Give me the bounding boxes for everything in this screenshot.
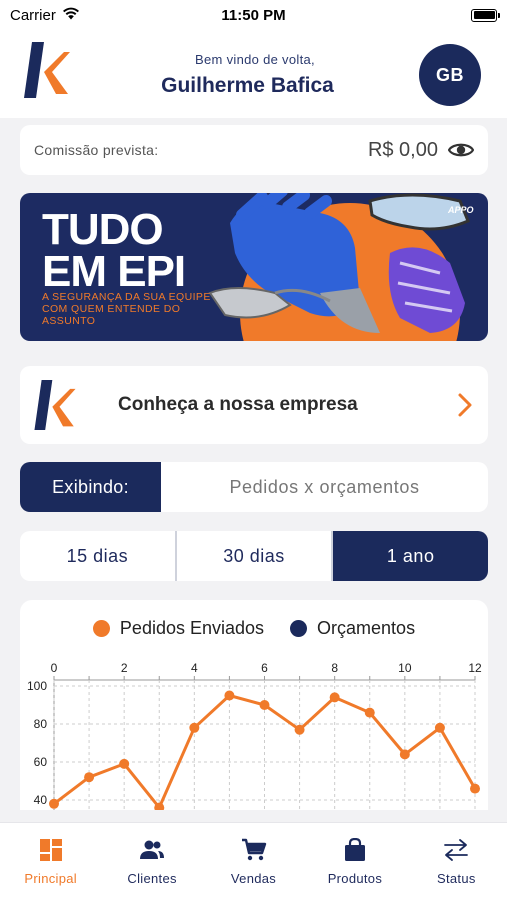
y-tick-label: 60 [34,755,48,769]
app-header: Bem vindo de volta, Guilherme Bafica GB [0,30,507,118]
avatar[interactable]: GB [419,44,481,106]
banner-brand-mark: APPO [448,205,474,215]
x-tick-label: 12 [468,661,482,675]
tab-label: Clientes [127,871,177,886]
x-tick-label: 8 [331,661,338,675]
chevron-right-icon [458,393,472,417]
welcome-text: Bem vindo de volta, [195,52,315,67]
banner-subtitle: A SEGURANÇA DA SUA EQUIPE COM QUEM ENTEN… [42,291,211,327]
company-logo-icon [24,42,70,98]
commission-card: Comissão prevista: R$ 0,00 [20,125,488,175]
data-point [189,722,200,733]
data-point [84,772,95,783]
x-tick-label: 6 [261,661,268,675]
company-label: Conheça a nossa empresa [118,394,358,415]
tab-status[interactable]: Status [406,823,507,900]
period-15-days[interactable]: 15 dias [20,531,175,581]
x-tick-label: 10 [398,661,412,675]
data-point [49,798,59,809]
dashboard-icon [38,837,64,863]
tab-label: Status [437,871,476,886]
user-name: Guilherme Bafica [161,74,334,97]
exhibit-value[interactable]: Pedidos x orçamentos [161,462,488,512]
data-point [399,749,410,760]
data-point [434,722,445,733]
eye-icon[interactable] [448,137,474,163]
exhibit-label: Exibindo: [20,462,161,512]
data-point [364,707,375,718]
battery-icon [471,8,500,22]
data-point [470,783,480,794]
x-tick-label: 4 [191,661,198,675]
line-chart: 0 2 4 6 8 10 12 40 60 80 100 [27,661,482,810]
tab-vendas[interactable]: Vendas [203,823,304,900]
chart-card: Pedidos Enviados Orçamentos 0 2 4 6 8 10 12 40 6… [20,600,488,810]
tab-principal[interactable]: Principal [0,823,101,900]
promo-banner[interactable]: TUDO EM EPI A SEGURANÇA DA SUA EQUIPE CO… [20,193,488,341]
wifi-icon [62,7,80,24]
data-point [259,700,270,710]
data-point [224,690,235,701]
company-card[interactable]: Conheça a nossa empresa [20,366,488,444]
commission-value: R$ 0,00 [367,138,438,161]
carrier-label: Carrier [10,6,56,24]
tab-clientes[interactable]: Clientes [101,823,202,900]
company-logo-icon [34,380,76,430]
tab-label: Produtos [327,871,383,886]
status-bar: Carrier 11:50 PM [0,0,507,30]
period-selector: 15 dias 30 dias 1 ano [20,531,488,581]
period-30-days[interactable]: 30 dias [174,531,332,581]
data-point [294,724,305,735]
tab-produtos[interactable]: Produtos [304,823,405,900]
y-tick-label: 80 [34,717,48,731]
data-point [329,692,340,703]
x-tick-label: 0 [51,661,58,675]
status-left: Carrier [10,7,80,24]
banner-title-line1: TUDO [42,205,164,254]
swap-arrows-icon [443,837,469,863]
banner-title: TUDO EM EPI [42,205,186,296]
users-icon [139,837,165,863]
y-tick-label: 100 [27,679,47,693]
x-tick-label: 2 [121,661,128,675]
exhibit-selector[interactable]: Exibindo: Pedidos x orçamentos [20,462,488,512]
period-1-year[interactable]: 1 ano [331,531,488,581]
data-point [119,758,130,769]
banner-title-line2: EM EPI [42,247,186,296]
bottom-tab-bar: Principal Clientes Vendas Produtos Statu… [0,822,507,900]
commission-label: Comissão prevista: [34,142,159,158]
bag-icon [342,837,368,863]
tab-label: Vendas [230,871,277,886]
tab-label: Principal [24,871,77,886]
y-tick-label: 40 [34,793,48,807]
cart-icon [241,837,267,863]
